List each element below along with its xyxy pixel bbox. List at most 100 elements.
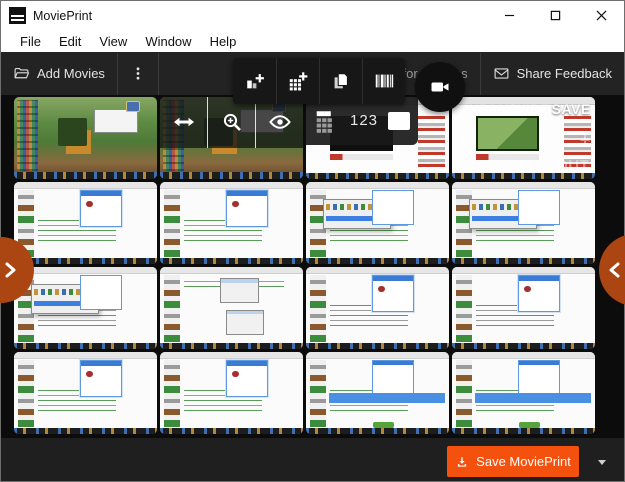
share-feedback-button[interactable]: Share Feedback <box>481 52 624 95</box>
thumb-art-layer <box>160 172 303 179</box>
thumb-art-layer <box>164 275 180 343</box>
menu-item-edit[interactable]: Edit <box>50 34 90 49</box>
thumb-art-layer <box>474 393 591 428</box>
thumb-hover-toolbar <box>160 97 303 148</box>
maximize-button[interactable] <box>532 1 578 30</box>
add-thumb-icon <box>246 74 264 89</box>
thumb-art-layer <box>160 267 303 274</box>
keypad-icon <box>316 111 332 133</box>
movie-thumbnail[interactable] <box>452 352 595 434</box>
movie-thumbnail[interactable] <box>160 97 303 179</box>
zoom-in-zone[interactable] <box>207 97 255 148</box>
thumb-art-layer <box>456 275 472 343</box>
thumb-art-layer <box>371 275 414 312</box>
movie-thumbnail[interactable] <box>452 182 595 264</box>
movie-thumbnail[interactable] <box>160 352 303 434</box>
scrub-width-zone[interactable] <box>160 97 207 148</box>
add-grid-button[interactable] <box>276 58 319 104</box>
footer-bar: Save MoviePrint <box>1 438 624 481</box>
close-icon <box>595 10 607 21</box>
save-movieprint-label: Save MoviePrint <box>476 454 571 469</box>
preview-zone[interactable] <box>255 97 303 148</box>
caret-down-icon <box>598 459 606 465</box>
in-out-scrub-icon <box>517 161 530 172</box>
folder-open-icon <box>14 67 30 79</box>
thumb-art-layer <box>18 360 34 428</box>
thumb-art-layer <box>306 258 449 264</box>
thumb-art-layer <box>306 428 449 434</box>
thumb-art-layer <box>160 182 303 189</box>
thumb-art-layer <box>14 352 157 359</box>
thumb-art-layer <box>456 360 472 428</box>
scroll-right-paddle[interactable] <box>599 234 625 306</box>
add-after-action[interactable]: + <box>580 130 591 151</box>
minimize-button[interactable] <box>486 1 532 30</box>
add-movies-button[interactable]: Add Movies <box>1 52 117 95</box>
wide-action[interactable]: WIDE <box>512 101 551 117</box>
movie-thumbnail[interactable]: EXPAND WIDE SAVE + + IN OUT <box>452 97 595 179</box>
duplicate-button[interactable] <box>319 58 362 104</box>
thumb-art-layer <box>160 352 303 359</box>
movie-thumbnail[interactable]: 123 <box>306 97 449 179</box>
frame-count-badge: 123 <box>350 112 379 130</box>
movie-thumbnail[interactable] <box>14 182 157 264</box>
close-button[interactable] <box>578 1 624 30</box>
thumb-art-layer <box>452 267 595 274</box>
thumb-art-layer <box>371 190 414 225</box>
barcode-button[interactable] <box>362 58 405 104</box>
camera-button[interactable] <box>415 62 465 112</box>
menu-item-help[interactable]: Help <box>201 34 246 49</box>
thumb-art-layer <box>452 352 595 359</box>
save-options-caret-button[interactable] <box>585 446 619 477</box>
movie-thumbnail[interactable] <box>14 97 157 179</box>
download-icon <box>458 456 467 467</box>
thumb-art-layer <box>14 172 157 179</box>
thumb-art-layer <box>58 118 87 147</box>
save-movieprint-button[interactable]: Save MoviePrint <box>447 446 579 477</box>
movie-thumbnail[interactable] <box>452 267 595 349</box>
movie-thumbnail[interactable] <box>306 267 449 349</box>
thumb-art-layer <box>164 190 180 258</box>
add-before-action[interactable]: + <box>456 130 467 151</box>
more-options-button[interactable] <box>118 52 158 95</box>
save-thumb-action[interactable]: SAVE <box>552 101 591 117</box>
grid-band: 123 EXPAND WIDE SAVE + + IN OUT <box>0 95 625 439</box>
menu-item-view[interactable]: View <box>90 34 136 49</box>
barcode-icon <box>375 74 394 88</box>
thumb-art-layer <box>14 343 157 349</box>
thumb-inout-overlay: EXPAND WIDE SAVE + + IN OUT <box>452 97 595 179</box>
window-controls <box>486 1 624 30</box>
scrub-handle[interactable] <box>515 158 532 175</box>
frame-swatch <box>388 111 410 130</box>
thumb-art-layer <box>452 258 595 264</box>
thumb-art-layer <box>306 343 449 349</box>
movie-thumbnail[interactable] <box>306 182 449 264</box>
menu-item-file[interactable]: File <box>11 34 50 49</box>
window-title: MoviePrint <box>33 8 93 23</box>
thumb-art-layer <box>310 275 326 343</box>
expand-action[interactable]: EXPAND <box>459 101 519 117</box>
set-in-action[interactable]: IN <box>459 157 475 174</box>
thumb-art-layer <box>160 343 303 349</box>
add-thumb-button[interactable] <box>233 58 276 104</box>
thumb-art-layer <box>14 182 157 189</box>
movie-thumbnail[interactable] <box>14 352 157 434</box>
movie-thumbnail[interactable] <box>160 182 303 264</box>
thumb-art-layer <box>225 190 268 227</box>
thumb-art-layer <box>306 267 449 274</box>
resize-horizontal-icon <box>173 118 194 127</box>
thumb-art-layer <box>14 428 157 434</box>
minimize-icon <box>504 14 514 17</box>
thumb-art-layer <box>452 182 595 189</box>
menu-item-window[interactable]: Window <box>136 34 200 49</box>
set-out-action[interactable]: OUT <box>556 157 589 174</box>
thumb-art-layer <box>160 258 303 264</box>
movie-thumbnail[interactable] <box>160 267 303 349</box>
thumb-art-layer <box>225 309 264 336</box>
movie-thumbnail[interactable] <box>14 267 157 349</box>
thumb-frame-number-overlay[interactable]: 123 <box>306 97 418 145</box>
movie-thumbnail[interactable] <box>306 352 449 434</box>
eye-icon <box>268 115 291 130</box>
thumb-art-layer <box>160 428 303 434</box>
titlebar: MoviePrint <box>1 1 624 30</box>
